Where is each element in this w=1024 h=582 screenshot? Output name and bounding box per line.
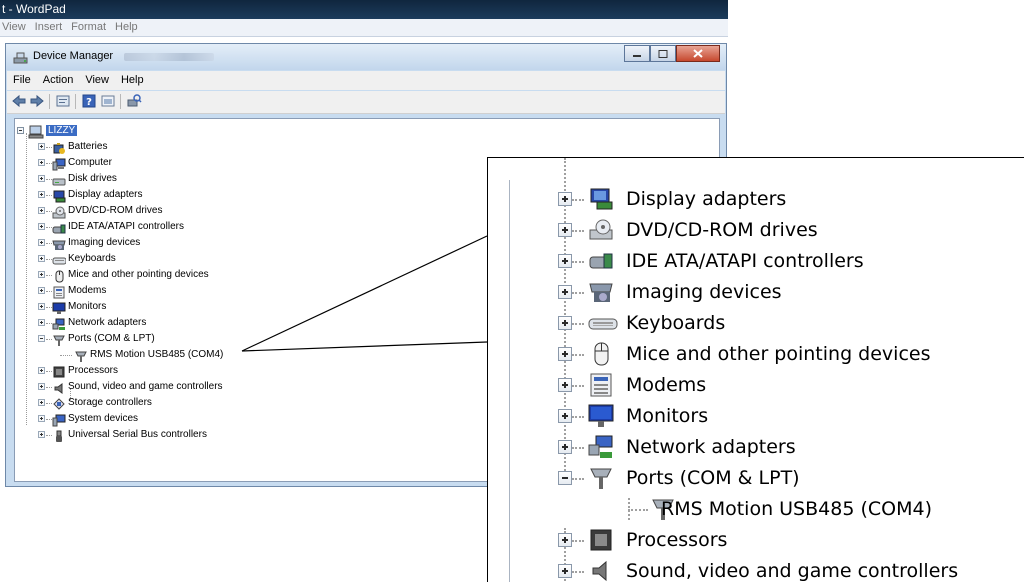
expand-toggle[interactable] [558, 254, 572, 268]
expand-toggle[interactable] [558, 316, 572, 330]
camera-icon [588, 280, 614, 304]
zoom-item-ide-controllers[interactable]: IDE ATA/ATAPI controllers [558, 246, 1018, 276]
zoom-item-label: Monitors [626, 405, 709, 427]
modem-icon [588, 373, 614, 397]
zoom-item-imaging-devices[interactable]: Imaging devices [558, 277, 1018, 307]
monitor-icon [588, 404, 614, 428]
processor-icon [588, 528, 614, 552]
expand-toggle[interactable] [558, 378, 572, 392]
zoom-item-label: DVD/CD-ROM drives [626, 219, 818, 241]
zoom-item-label: Network adapters [626, 436, 796, 458]
expand-toggle[interactable] [558, 409, 572, 423]
zoom-item-keyboards[interactable]: Keyboards [558, 308, 1018, 338]
collapse-toggle[interactable] [558, 471, 572, 485]
zoom-item-label: Keyboards [626, 312, 726, 334]
zoom-item-label: Modems [626, 374, 707, 396]
zoom-item-label: Processors [626, 529, 728, 551]
expand-toggle[interactable] [558, 285, 572, 299]
zoom-item-monitors[interactable]: Monitors [558, 401, 1018, 431]
zoom-item-modems[interactable]: Modems [558, 370, 1018, 400]
zoom-item-network-adapters[interactable]: Network adapters [558, 432, 1018, 462]
zoom-item-label: IDE ATA/ATAPI controllers [626, 250, 864, 272]
expand-toggle[interactable] [558, 192, 572, 206]
network-adapter-icon [588, 435, 614, 459]
keyboard-icon [588, 311, 618, 335]
expand-toggle[interactable] [558, 223, 572, 237]
zoom-item-label: Display adapters [626, 188, 787, 210]
zoom-item-processors[interactable]: Processors [558, 525, 1018, 555]
zoom-item-ports[interactable]: Ports (COM & LPT) [558, 463, 1018, 493]
zoom-item-label: Imaging devices [626, 281, 782, 303]
expand-toggle[interactable] [558, 564, 572, 578]
display-adapter-icon [588, 187, 614, 211]
speaker-icon [588, 559, 614, 582]
zoom-item-mice[interactable]: Mice and other pointing devices [558, 339, 1024, 369]
dvd-drive-icon [588, 218, 614, 242]
ide-controller-icon [588, 249, 614, 273]
expand-toggle[interactable] [558, 347, 572, 361]
zoom-panel: Display adapters DVD/CD-ROM drives IDE A… [487, 157, 1024, 582]
zoom-child-com4[interactable]: RMS Motion USB485 (COM4) [628, 494, 1024, 524]
expand-toggle[interactable] [558, 440, 572, 454]
expand-toggle[interactable] [558, 533, 572, 547]
zoom-item-display-adapters[interactable]: Display adapters [558, 184, 1018, 214]
port-icon [588, 466, 614, 490]
zoom-panel-edge [509, 180, 510, 582]
zoom-child-label: RMS Motion USB485 (COM4) [661, 498, 932, 520]
zoom-item-label: Mice and other pointing devices [626, 343, 931, 365]
zoom-item-label: Ports (COM & LPT) [626, 467, 800, 489]
zoom-item-dvd-cd-rom-drives[interactable]: DVD/CD-ROM drives [558, 215, 1018, 245]
zoom-item-sound[interactable]: Sound, video and game controllers [558, 556, 1024, 582]
zoom-item-label: Sound, video and game controllers [626, 560, 959, 582]
mouse-icon [588, 342, 614, 366]
